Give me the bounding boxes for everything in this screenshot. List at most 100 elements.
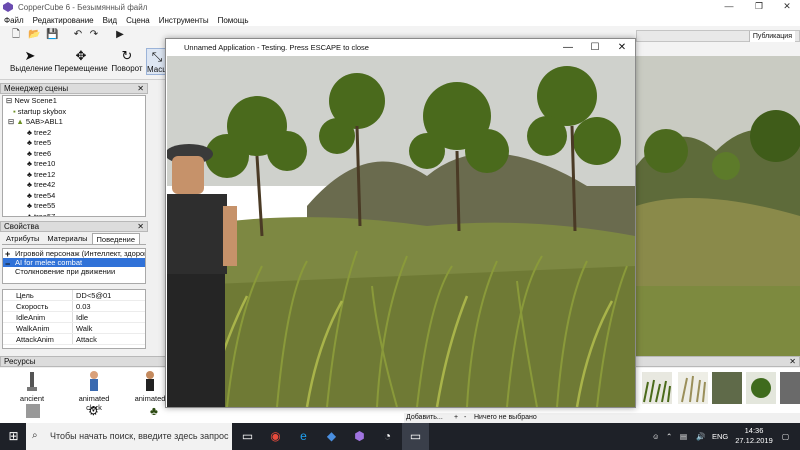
tree-node[interactable]: ♣ tree42	[3, 180, 145, 191]
property-row[interactable]: AttackAnim Attack	[3, 334, 145, 345]
tab-behavior[interactable]: Поведение	[91, 233, 141, 244]
resource-thumb[interactable]	[780, 372, 800, 404]
plus-button[interactable]: +	[454, 413, 458, 423]
tree-node[interactable]: ♣ tree55	[3, 201, 145, 212]
tree-node[interactable]: ♣ tree57	[3, 211, 145, 217]
taskbar: ⊞ ⌕ Чтобы начать поиск, введите здесь за…	[0, 423, 800, 450]
tree-icon[interactable]: ♣	[150, 404, 164, 418]
right-panel-tabs: Публикация	[636, 30, 800, 42]
gear-icon[interactable]: ⚙	[88, 404, 102, 418]
select-tool-button[interactable]: ➤ Выделение	[10, 48, 52, 73]
tree-node[interactable]: ♣ tree54	[3, 191, 145, 202]
status-strip: Добавить... + - Ничего не выбрано	[404, 413, 800, 423]
minus-button[interactable]: -	[464, 413, 466, 423]
tree-icon: ♣	[27, 211, 32, 217]
resource-thumb[interactable]	[678, 372, 708, 404]
task-view-icon[interactable]: ▭	[234, 423, 261, 450]
tree-node[interactable]: ♣ tree2	[3, 128, 145, 139]
rotate-tool-button[interactable]: ↻ Поворот	[110, 48, 144, 73]
tree-node[interactable]: ▪ startup skybox	[3, 107, 145, 118]
tree-icon: ♣	[27, 190, 32, 200]
property-row[interactable]: Скорость 0.03	[3, 301, 145, 312]
undo-icon[interactable]: ↶	[72, 29, 84, 41]
tray-chevron-icon[interactable]: ⌃	[666, 423, 672, 450]
new-file-icon[interactable]: 🗋	[10, 29, 22, 41]
close-panel-icon[interactable]: ✕	[789, 357, 796, 367]
taskbar-search[interactable]: ⌕ Чтобы начать поиск, введите здесь запр…	[26, 423, 232, 450]
close-panel-icon[interactable]: ✕	[137, 222, 144, 232]
clock[interactable]: 14:36 27.12.2019	[734, 426, 774, 446]
behavior-item-selected[interactable]: AI for melee combat	[3, 258, 145, 267]
chrome-icon[interactable]: ◉	[262, 423, 289, 450]
clerk-icon	[90, 371, 98, 391]
property-row[interactable]: Цель DD<5@01	[3, 290, 145, 301]
menu-edit[interactable]: Редактирование	[33, 16, 94, 25]
language-indicator[interactable]: ENG	[712, 423, 728, 450]
resource-thumb[interactable]	[712, 372, 742, 404]
volume-icon[interactable]: 🔊	[696, 423, 705, 450]
resource-ancient[interactable]: ancient	[8, 370, 56, 403]
minimize-icon[interactable]: —	[716, 0, 742, 14]
remove-behavior-icon[interactable]: −	[5, 260, 10, 269]
maximize-icon[interactable]: ☐	[582, 39, 608, 56]
tab-materials[interactable]: Материалы	[43, 233, 91, 244]
add-behavior-icon[interactable]: +	[5, 250, 10, 259]
tree-node[interactable]: ♣ tree5	[3, 138, 145, 149]
resource-animated[interactable]: animated	[132, 370, 168, 403]
behavior-item[interactable]: Столкновение при движении	[3, 267, 145, 276]
tab-attributes[interactable]: Атрибуты	[2, 233, 43, 244]
resource-thumb[interactable]	[642, 372, 672, 404]
tab-publish[interactable]: Публикация	[748, 31, 795, 42]
tree-icon: ♣	[27, 127, 32, 137]
tree-node[interactable]: ⊟ New Scene1	[3, 96, 145, 107]
game-viewport[interactable]	[167, 56, 635, 407]
coppercube-icon[interactable]: ⬢	[346, 423, 373, 450]
properties-header: Свойства ✕	[0, 221, 148, 232]
property-grid: Цель DD<5@01 Скорость 0.03 IdleAnim Idle Wa…	[2, 289, 146, 349]
statue-icon	[27, 372, 37, 391]
behavior-list: + − Игровой персонаж (Интеллект, здоров …	[2, 248, 146, 284]
close-icon[interactable]: ✕	[609, 39, 635, 56]
tree-node[interactable]: ♣ tree10	[3, 159, 145, 170]
menu-help[interactable]: Помощь	[218, 16, 249, 25]
tree-node[interactable]: ⊟ ▲ 5AB>ABL1	[3, 117, 145, 128]
minimize-icon[interactable]: —	[555, 39, 581, 56]
people-icon[interactable]: ☺	[652, 423, 660, 450]
editor-viewport[interactable]	[636, 56, 800, 356]
scale-icon: ⤡	[151, 49, 163, 64]
tree-icon: ♣	[27, 180, 32, 189]
save-icon[interactable]: 💾	[46, 29, 58, 41]
menu-view[interactable]: Вид	[103, 16, 117, 25]
tree-icon: ♣	[27, 138, 32, 147]
app-icon[interactable]: ◆	[318, 423, 345, 450]
add-button[interactable]: Добавить...	[406, 413, 443, 423]
move-arrows-icon: ✥	[75, 48, 87, 63]
menu-file[interactable]: Файл	[4, 16, 24, 25]
tree-icon: ♣	[27, 148, 32, 158]
character-icon	[146, 371, 154, 391]
tree-node[interactable]: ♣ tree6	[3, 149, 145, 160]
resource-thumb[interactable]	[746, 372, 776, 404]
property-row[interactable]: IdleAnim Idle	[3, 312, 145, 323]
redo-icon[interactable]: ↷	[88, 29, 100, 41]
edge-icon[interactable]: e	[290, 423, 317, 450]
network-icon[interactable]: ▤	[680, 423, 687, 450]
tree-node[interactable]: ♣ tree12	[3, 170, 145, 181]
maximize-icon[interactable]: ❐	[746, 0, 772, 14]
behavior-item[interactable]: Игровой персонаж (Интеллект, здоров	[3, 249, 145, 258]
property-row[interactable]: WalkAnim Walk	[3, 323, 145, 334]
open-folder-icon[interactable]: 📂	[28, 29, 40, 41]
close-panel-icon[interactable]: ✕	[137, 84, 144, 94]
window-app-icon[interactable]: ▭	[402, 423, 429, 450]
cube-icon[interactable]	[26, 404, 40, 418]
move-tool-button[interactable]: ✥ Перемещение	[54, 48, 108, 73]
menu-scene[interactable]: Сцена	[126, 16, 150, 25]
properties-tabs: Атрибуты Материалы Поведение	[2, 233, 146, 245]
menu-tools[interactable]: Инструменты	[159, 16, 209, 25]
play-icon[interactable]: ▶	[114, 29, 126, 41]
windows-start-icon[interactable]: ⊞	[0, 423, 27, 450]
app-icon[interactable]: ◔	[374, 423, 401, 450]
scene-tree: ⊟ New Scene1 ▪ startup skybox ⊟ ▲ 5AB>AB…	[2, 95, 146, 217]
notifications-icon[interactable]: ▢	[782, 423, 789, 450]
close-icon[interactable]: ✕	[774, 0, 800, 14]
